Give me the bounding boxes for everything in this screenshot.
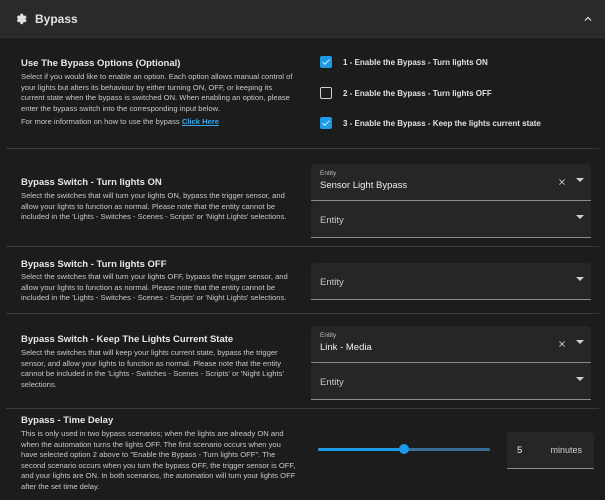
field-value: Sensor Light Bypass [320,180,408,191]
option-1-checkbox[interactable] [320,56,332,68]
divider [6,148,599,149]
dropdown-arrow-icon[interactable] [576,377,584,381]
option-3-checkbox[interactable] [320,117,332,129]
dropdown-arrow-icon[interactable] [576,340,584,344]
turn-off-title: Bypass Switch - Turn lights OFF [21,259,167,270]
keep-state-entity-add-field[interactable]: Entity [311,363,591,400]
option-2-checkbox[interactable] [320,87,332,99]
turn-on-entity-field[interactable]: Entity Sensor Light Bypass [311,164,591,201]
options-more-info: For more information on how to use the b… [21,117,296,128]
check-icon [322,59,330,65]
time-delay-slider-handle[interactable] [399,444,409,454]
option-3-label: 3 - Enable the Bypass - Keep the lights … [343,119,541,128]
dropdown-arrow-icon[interactable] [576,277,584,281]
time-delay-value: 5 [517,445,523,456]
options-title: Use The Bypass Options (Optional) [21,58,181,69]
field-placeholder: Entity [320,215,344,226]
keep-state-description: Select the switches that will keep your … [21,348,284,389]
check-icon [322,120,330,126]
more-info-text: For more information on how to use the b… [21,117,182,126]
option-2-label: 2 - Enable the Bypass - Turn lights OFF [343,89,492,98]
field-label: Entity [320,332,337,339]
time-delay-input[interactable]: 5 minutes [507,432,594,469]
turn-on-description: Select the switches that will turn your … [21,191,287,221]
time-delay-slider-fill [318,448,404,451]
divider [6,246,599,247]
field-placeholder: Entity [320,277,344,288]
section-title: Bypass [35,12,78,26]
turn-off-description: Select the switches that will turn your … [21,272,288,302]
divider [6,408,599,409]
dropdown-arrow-icon[interactable] [576,215,584,219]
turn-on-title: Bypass Switch - Turn lights ON [21,177,162,188]
time-delay-title: Bypass - Time Delay [21,415,114,426]
gear-icon [16,13,27,25]
option-1-label: 1 - Enable the Bypass - Turn lights ON [343,58,488,67]
dropdown-arrow-icon[interactable] [576,178,584,182]
time-delay-unit: minutes [550,445,582,455]
time-delay-description: This is only used in two bypass scenario… [21,429,296,491]
field-value: Link - Media [320,342,372,353]
options-description: Select if you would like to enable an op… [21,72,293,113]
turn-off-entity-field[interactable]: Entity [311,263,591,300]
field-placeholder: Entity [320,377,344,388]
field-label: Entity [320,170,337,177]
keep-state-title: Bypass Switch - Keep The Lights Current … [21,334,234,345]
clear-icon[interactable] [557,177,567,187]
clear-icon[interactable] [557,339,567,349]
chevron-up-icon[interactable] [581,12,595,26]
turn-on-entity-add-field[interactable]: Entity [311,201,591,238]
click-here-link[interactable]: Click Here [182,117,219,126]
bypass-header[interactable]: Bypass [0,0,605,38]
divider [6,313,599,314]
keep-state-entity-field[interactable]: Entity Link - Media [311,326,591,363]
